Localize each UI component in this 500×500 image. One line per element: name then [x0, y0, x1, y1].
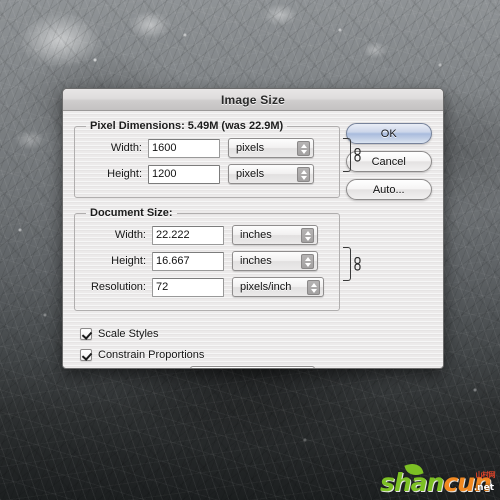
- watermark-logo: shancun 山村网 .net: [380, 460, 496, 497]
- chain-link-icon: [354, 257, 361, 271]
- scale-styles-checkbox[interactable]: Scale Styles: [80, 324, 340, 343]
- pixel-height-input[interactable]: [148, 164, 220, 184]
- dialog-body: Pixel Dimensions: 5.49M (was 22.9M) Widt…: [63, 111, 443, 370]
- chain-bracket: [342, 247, 351, 281]
- doc-resolution-row: Resolution: pixels/inch: [82, 276, 332, 298]
- doc-height-unit-value: inches: [240, 255, 272, 267]
- pixel-constrain-chain: [342, 136, 367, 176]
- resample-image-row: Resample Image: Bicubic: [80, 365, 340, 370]
- constrain-proportions-checkbox[interactable]: Constrain Proportions: [80, 345, 340, 364]
- pixel-dimensions-group: Pixel Dimensions: 5.49M (was 22.9M) Widt…: [74, 120, 361, 198]
- dialog-titlebar[interactable]: Image Size: [63, 89, 443, 111]
- pixel-height-unit-select[interactable]: pixels: [228, 164, 314, 184]
- doc-width-input[interactable]: [152, 225, 224, 245]
- resample-method-select[interactable]: Bicubic: [190, 365, 316, 370]
- doc-resolution-input[interactable]: [152, 277, 224, 297]
- chain-link-icon: [354, 148, 361, 162]
- pixel-dimensions-legend: Pixel Dimensions: 5.49M (was 22.9M): [90, 120, 284, 132]
- stepper-arrows-icon: [298, 369, 311, 370]
- doc-width-unit-value: inches: [240, 229, 272, 241]
- pixel-height-unit-value: pixels: [236, 168, 265, 180]
- pixel-width-unit-value: pixels: [236, 142, 265, 154]
- document-size-group: Document Size: Width: inches Height: inc…: [74, 207, 361, 311]
- watermark-domain: .net: [473, 483, 494, 493]
- stepper-arrows-icon: [297, 167, 310, 182]
- options-checkbox-list: Scale Styles Constrain Proportions Resam…: [74, 320, 340, 370]
- doc-resolution-label: Resolution:: [90, 281, 146, 293]
- pixel-width-unit-select[interactable]: pixels: [228, 138, 314, 158]
- doc-constrain-chain: [342, 245, 367, 285]
- doc-height-unit-select[interactable]: inches: [232, 251, 318, 271]
- doc-height-input[interactable]: [152, 251, 224, 271]
- doc-height-row: Height: inches: [82, 250, 332, 272]
- stepper-arrows-icon: [301, 228, 314, 243]
- stepper-arrows-icon: [307, 280, 320, 295]
- pixel-height-row: Height: pixels: [82, 163, 332, 185]
- doc-resolution-unit-select[interactable]: pixels/inch: [232, 277, 324, 297]
- pixel-width-label: Width:: [110, 142, 142, 154]
- checkmark-icon: [80, 348, 92, 361]
- pixel-width-input[interactable]: [148, 138, 220, 158]
- doc-width-unit-select[interactable]: inches: [232, 225, 318, 245]
- auto-button[interactable]: Auto...: [345, 179, 432, 200]
- watermark-brand-first: shan: [380, 468, 444, 497]
- chain-bracket: [342, 138, 351, 172]
- dialog-title: Image Size: [220, 92, 286, 107]
- stepper-arrows-icon: [297, 141, 310, 156]
- doc-width-row: Width: inches: [82, 224, 332, 246]
- pixel-height-label: Height:: [107, 168, 142, 180]
- watermark-cn-text: 山村网: [475, 471, 496, 479]
- doc-resolution-unit-value: pixels/inch: [240, 281, 292, 293]
- constrain-proportions-label: Constrain Proportions: [98, 348, 205, 361]
- stepper-arrows-icon: [301, 254, 314, 269]
- scale-styles-label: Scale Styles: [98, 327, 159, 340]
- pixel-width-row: Width: pixels: [82, 137, 332, 159]
- document-size-legend: Document Size:: [90, 207, 173, 219]
- dialog-left-column: Pixel Dimensions: 5.49M (was 22.9M) Widt…: [74, 120, 361, 370]
- image-size-dialog: Image Size Pixel Dimensions: 5.49M (was …: [62, 88, 444, 369]
- doc-height-label: Height:: [111, 255, 146, 267]
- doc-width-label: Width:: [114, 229, 146, 241]
- checkmark-icon: [80, 327, 92, 340]
